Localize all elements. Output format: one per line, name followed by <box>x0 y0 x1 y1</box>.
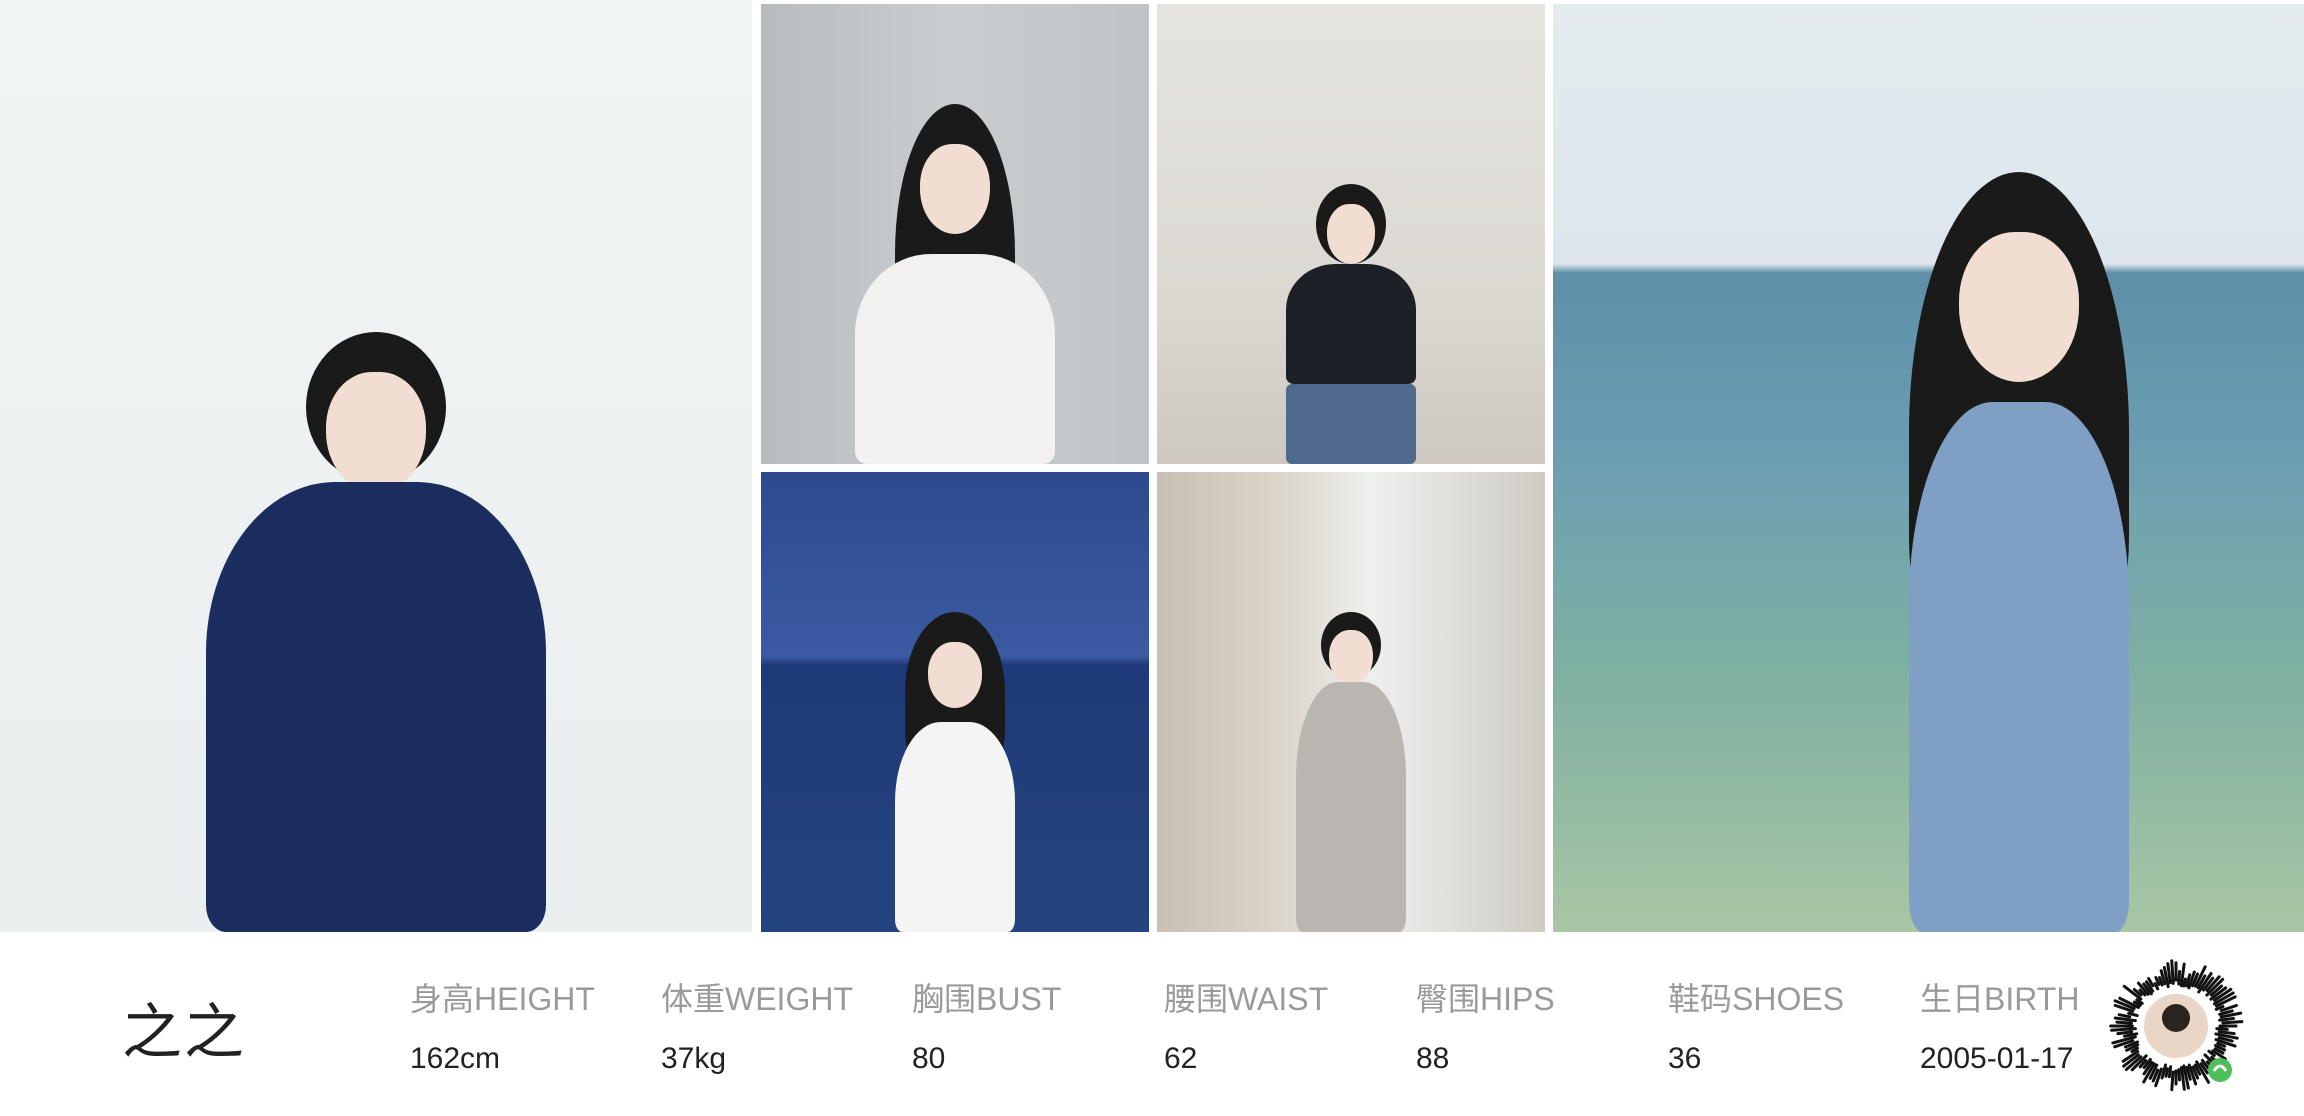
photo-3[interactable] <box>1157 4 1545 464</box>
stat-label: 胸围BUST <box>912 981 1062 1017</box>
stat-waist: 腰围WAIST 62 <box>1164 974 1328 1076</box>
stat-height: 身高HEIGHT 162cm <box>410 974 595 1076</box>
stat-label: 身高HEIGHT <box>410 981 595 1017</box>
photo-6[interactable] <box>1553 4 2304 932</box>
stat-value: 88 <box>1416 1042 1450 1075</box>
stat-birth: 生日BIRTH 2005-01-17 <box>1920 974 2079 1076</box>
stat-label: 生日BIRTH <box>1920 981 2080 1017</box>
stat-value: 62 <box>1164 1042 1198 1075</box>
photo-5[interactable] <box>1157 472 1545 932</box>
mini-program-code-icon[interactable] <box>2108 958 2244 1094</box>
stat-label: 腰围WAIST <box>1164 981 1329 1017</box>
stat-value: 36 <box>1668 1042 1702 1075</box>
stat-value: 2005-01-17 <box>1920 1042 2074 1075</box>
photo-2[interactable] <box>761 4 1149 464</box>
person-figure <box>1271 572 1431 932</box>
stat-shoes: 鞋码SHOES 36 <box>1668 974 1844 1076</box>
stat-value: 162cm <box>410 1042 501 1075</box>
stat-label: 臀围HIPS <box>1416 981 1555 1017</box>
qr-graphic <box>2109 959 2244 1092</box>
person-figure <box>880 612 1030 932</box>
stat-label: 鞋码SHOES <box>1668 981 1845 1017</box>
profile-name: 之之 <box>122 999 246 1066</box>
stat-value: 80 <box>912 1042 946 1075</box>
stat-value: 37kg <box>661 1042 727 1075</box>
photo-1[interactable] <box>0 0 752 932</box>
profile-info-bar: 之之 身高HEIGHT 162cm 体重WEIGHT 37kg 胸围BUST 8… <box>0 932 2304 1116</box>
stat-label: 体重WEIGHT <box>661 981 853 1017</box>
stat-hips: 臀围HIPS 88 <box>1416 974 1555 1076</box>
person-figure <box>845 104 1065 464</box>
person-figure <box>1276 184 1426 464</box>
photo-4[interactable] <box>761 472 1149 932</box>
stat-bust: 胸围BUST 80 <box>912 974 1061 1076</box>
person-figure <box>196 332 556 932</box>
stat-weight: 体重WEIGHT 37kg <box>661 974 853 1076</box>
person-figure <box>1839 172 2199 932</box>
